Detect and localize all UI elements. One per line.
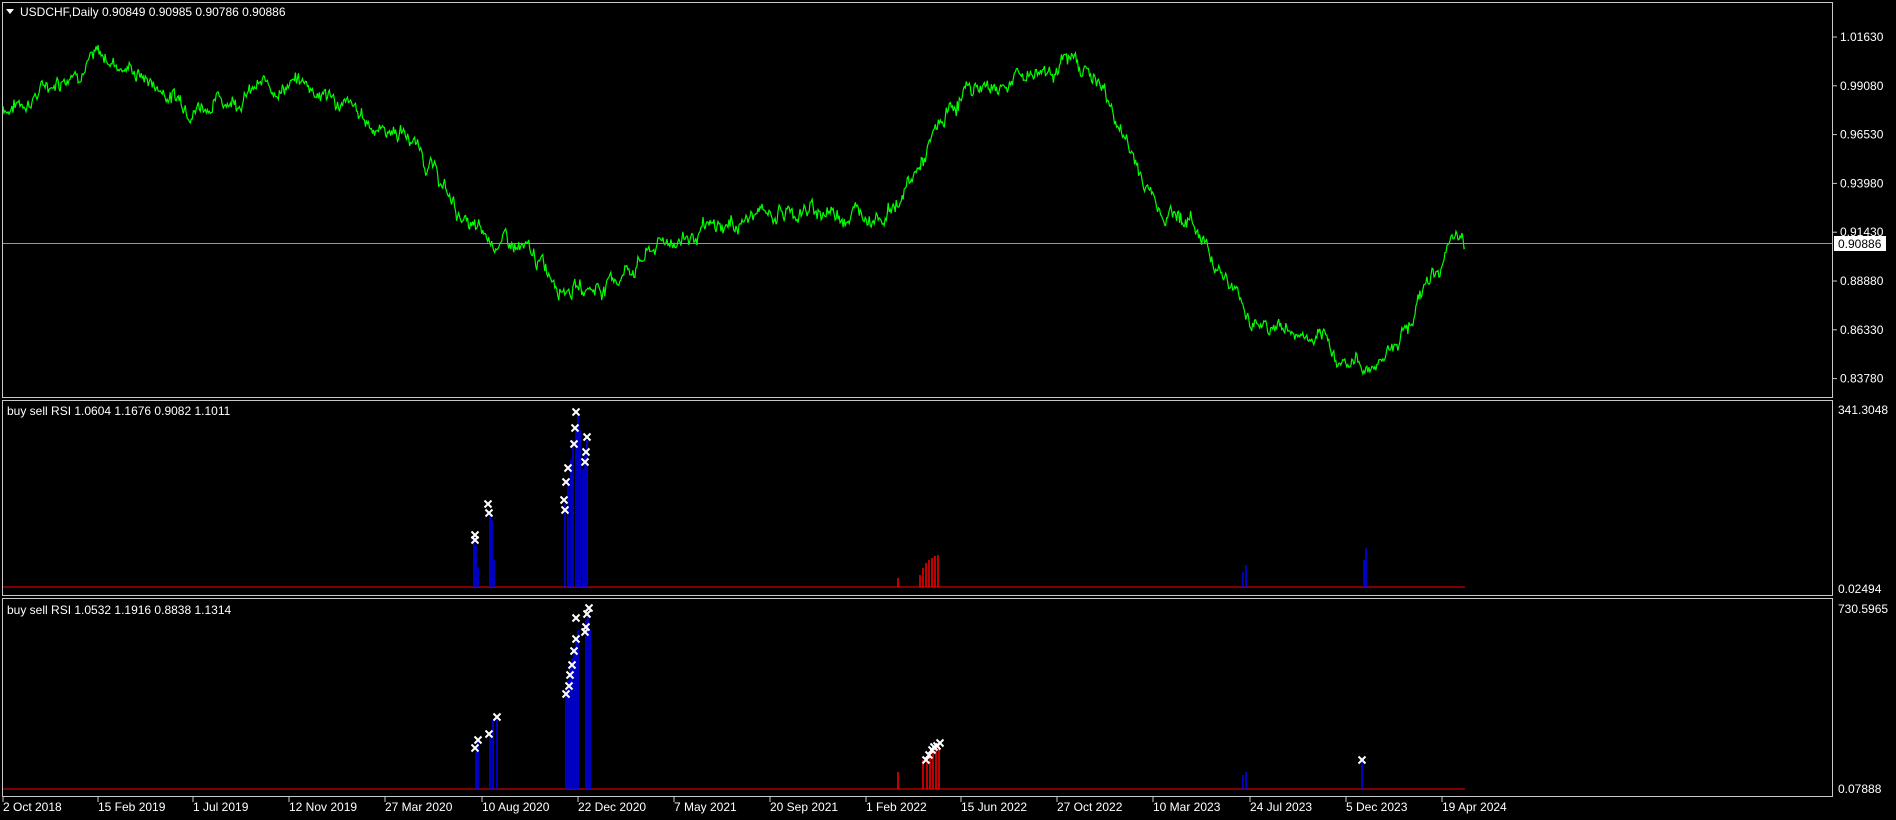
time-tick-label: 10 Mar 2023: [1153, 800, 1221, 814]
time-tick-label: 27 Oct 2022: [1057, 800, 1123, 814]
time-tick-label: 1 Feb 2022: [866, 800, 927, 814]
signal-marker: [484, 729, 494, 739]
price-tick-label: 0.96530: [1840, 128, 1884, 142]
time-tick-label: 15 Jun 2022: [961, 800, 1027, 814]
signal-marker: [571, 407, 581, 417]
price-tick-label: 0.99080: [1840, 79, 1884, 93]
time-tick-label: 2 Oct 2018: [3, 800, 62, 814]
symbol-info: USDCHF,Daily 0.90849 0.90985 0.90786 0.9…: [20, 5, 286, 19]
time-tick-label: 15 Feb 2019: [98, 800, 166, 814]
signal-marker: [582, 609, 592, 619]
time-tick-label: 20 Sep 2021: [770, 800, 838, 814]
signal-marker: [483, 499, 493, 509]
indicator2-histogram: [3, 603, 1465, 790]
time-tick-label: 24 Jul 2023: [1250, 800, 1312, 814]
time-axis: 2 Oct 2018 15 Feb 2019 1 Jul 2019 12 Nov 20…: [2, 797, 1507, 814]
price-tick-label: 0.83780: [1840, 372, 1884, 386]
price-tick-label: 1.01630: [1840, 30, 1884, 44]
indicator2-scale-top: 730.5965: [1838, 602, 1888, 616]
chart-window[interactable]: 1.016300.990800.965300.939800.914300.888…: [0, 0, 1896, 820]
dropdown-triangle-icon[interactable]: [6, 9, 14, 14]
price-tick-label: 0.86330: [1840, 323, 1884, 337]
indicator2-scale-bottom: 0.07888: [1838, 782, 1882, 796]
time-tick-label: 27 Mar 2020: [385, 800, 453, 814]
signal-marker: [484, 508, 494, 518]
indicator1-label: buy sell RSI 1.0604 1.1676 0.9082 1.1011: [7, 404, 231, 418]
signal-marker: [935, 738, 945, 748]
main-panel-frame: [2, 2, 1833, 398]
price-scale: 1.016300.990800.965300.939800.914300.888…: [1832, 30, 1884, 386]
indicator2-panel-frame: [2, 598, 1833, 797]
signal-marker: [559, 495, 569, 505]
price-line: [2, 44, 1466, 376]
price-tick-label: 0.93980: [1840, 176, 1884, 190]
time-tick-label: 22 Dec 2020: [578, 800, 646, 814]
signal-marker: [581, 447, 591, 457]
time-tick-label: 5 Dec 2023: [1346, 800, 1408, 814]
indicator1-panel-frame: [2, 400, 1833, 596]
time-tick-label: 19 Apr 2024: [1442, 800, 1507, 814]
signal-marker: [584, 603, 594, 613]
price-chart[interactable]: [2, 44, 1466, 376]
indicator1-scale-bottom: 0.02494: [1838, 582, 1882, 596]
indicator1-histogram: [3, 407, 1465, 588]
price-tick-label: 0.88880: [1840, 274, 1884, 288]
time-tick-label: 7 May 2021: [674, 800, 737, 814]
time-tick-label: 10 Aug 2020: [482, 800, 550, 814]
time-tick-label: 1 Jul 2019: [193, 800, 249, 814]
signal-marker: [571, 613, 581, 623]
indicator1-scale-top: 341.3048: [1838, 403, 1888, 417]
signal-marker: [582, 432, 592, 442]
signal-marker: [470, 535, 480, 545]
current-price-label: 0.90886: [1838, 237, 1882, 251]
time-tick-label: 12 Nov 2019: [289, 800, 357, 814]
indicator2-label: buy sell RSI 1.0532 1.1916 0.8838 1.1314: [7, 603, 232, 617]
